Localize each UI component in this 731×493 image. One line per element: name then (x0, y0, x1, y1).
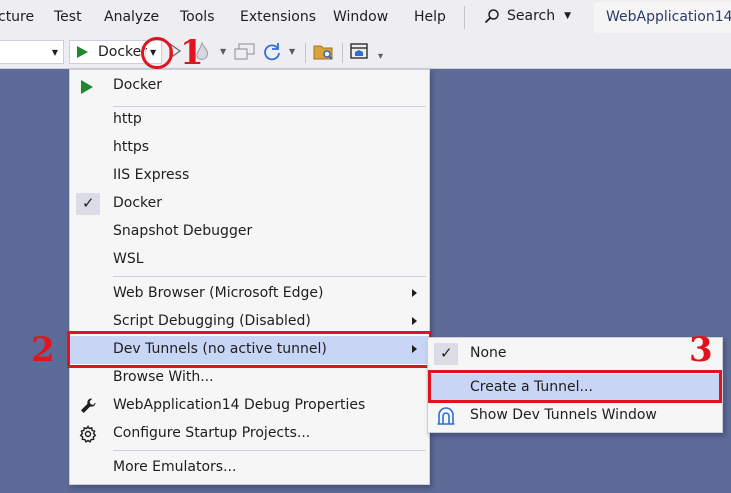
gear-icon (79, 425, 97, 443)
menu-architecture[interactable]: cture (0, 9, 34, 25)
annotation-number-3: 3 (689, 330, 713, 370)
run-profile-label: Docker (98, 44, 148, 60)
menu-item-label: Docker (113, 195, 163, 211)
chevron-down-icon: ▼ (51, 48, 58, 57)
menu-item-label: Web Browser (Microsoft Edge) (113, 285, 324, 301)
menu-item-label: WebApplication14 Debug Properties (113, 397, 366, 413)
menu-item-label: Configure Startup Projects... (113, 425, 311, 441)
menu-item-docker-start[interactable]: Docker (70, 72, 429, 100)
solution-title: WebApplication14 (594, 2, 731, 33)
menu-extensions[interactable]: Extensions (240, 9, 316, 25)
submenu-item-show-dev-tunnels-window[interactable]: Show Dev Tunnels Window (428, 402, 722, 430)
annotation-box-create-tunnel (428, 370, 722, 403)
play-icon (77, 46, 88, 58)
menu-item-label: http (113, 111, 142, 127)
annotation-box-dev-tunnels (67, 331, 432, 368)
menu-item-snapshot-debugger[interactable]: Snapshot Debugger (70, 218, 429, 246)
menu-item-label: Docker (113, 77, 163, 93)
menu-item-label: Script Debugging (Disabled) (113, 313, 311, 329)
menu-item-label: WSL (113, 251, 144, 267)
check-icon: ✓ (76, 193, 100, 215)
menu-item-debug-properties[interactable]: WebApplication14 Debug Properties (70, 392, 429, 420)
submenu-arrow-icon (412, 317, 417, 325)
submenu-item-none[interactable]: ✓ None (428, 340, 722, 368)
menu-item-https[interactable]: https (70, 134, 429, 162)
find-in-files-icon[interactable] (313, 42, 335, 62)
annotation-number-2: 2 (31, 330, 55, 370)
restart-icon[interactable] (262, 42, 282, 62)
chevron-down-icon[interactable]: ▼ (289, 47, 295, 56)
menu-item-configure-startup[interactable]: Configure Startup Projects... (70, 420, 429, 448)
menu-item-label: Browse With... (113, 369, 214, 385)
browser-window-icon[interactable] (349, 42, 369, 62)
menu-tools[interactable]: Tools (180, 9, 215, 25)
menu-item-iis-express[interactable]: IIS Express (70, 162, 429, 190)
toolbar-overflow-icon[interactable]: ▾ (378, 51, 383, 62)
wrench-icon (81, 398, 96, 413)
menu-item-label: Snapshot Debugger (113, 223, 253, 239)
menu-item-more-emulators[interactable]: More Emulators... (70, 454, 429, 482)
search-icon (484, 9, 499, 24)
windows-icon[interactable] (234, 43, 256, 61)
submenu-item-label: Show Dev Tunnels Window (470, 407, 657, 423)
search-label: Search (507, 8, 556, 24)
menu-window[interactable]: Window (333, 9, 388, 25)
submenu-item-label: None (470, 345, 507, 361)
menu-test[interactable]: Test (54, 9, 82, 25)
chevron-down-icon[interactable]: ▼ (220, 47, 226, 56)
chevron-down-icon: ▼ (564, 11, 572, 21)
run-profile-menu: Docker http https IIS Express ✓ Docker S… (69, 69, 430, 485)
check-icon: ✓ (434, 343, 458, 365)
toolbar-divider (342, 43, 343, 63)
menu-item-browse-with[interactable]: Browse With... (70, 364, 429, 392)
search-button[interactable]: Search ▼ (484, 8, 571, 24)
menu-item-docker[interactable]: ✓ Docker (70, 190, 429, 218)
toolbar-divider (305, 43, 306, 63)
menu-item-wsl[interactable]: WSL (70, 246, 429, 274)
menu-analyze[interactable]: Analyze (104, 9, 159, 25)
annotation-circle (141, 37, 173, 69)
annotation-number-1: 1 (180, 33, 204, 73)
menu-separator (113, 450, 426, 451)
menu-item-http[interactable]: http (70, 106, 429, 134)
dev-tunnels-icon (437, 407, 455, 425)
standard-toolbar: ▼ Docker ▼ ▼ ▼ ▾ (0, 35, 731, 69)
menu-bar: cture Test Analyze Tools Extensions Wind… (0, 0, 731, 35)
menu-help[interactable]: Help (414, 9, 446, 25)
configuration-dropdown[interactable]: ▼ (0, 40, 64, 64)
menu-separator (113, 276, 426, 277)
menu-item-label: https (113, 139, 150, 155)
menu-item-web-browser[interactable]: Web Browser (Microsoft Edge) (70, 280, 429, 308)
submenu-arrow-icon (412, 289, 417, 297)
menubar-divider (464, 6, 465, 29)
play-icon (81, 80, 93, 94)
menu-item-label: IIS Express (113, 167, 190, 183)
menu-item-label: More Emulators... (113, 459, 237, 475)
